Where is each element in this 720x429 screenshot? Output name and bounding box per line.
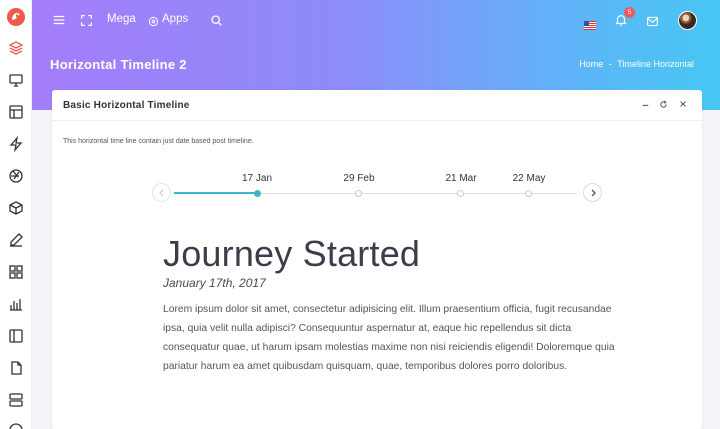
card-title: Basic Horizontal Timeline [63, 100, 190, 111]
sidebar-icon[interactable] [8, 328, 24, 344]
breadcrumb-current: Timeline Horizontal [617, 59, 694, 69]
fullscreen-icon[interactable] [80, 12, 93, 28]
aperture-icon[interactable] [8, 168, 24, 184]
timeline-progress [174, 192, 258, 194]
breadcrumb: Home - Timeline Horizontal [576, 59, 694, 69]
search-icon[interactable] [210, 12, 223, 28]
mega-menu-link[interactable]: Mega [107, 11, 136, 27]
chevron-right-icon [591, 189, 596, 197]
timeline-dot[interactable] [457, 190, 464, 197]
monitor-icon[interactable] [8, 72, 24, 88]
timeline-card: Basic Horizontal Timeline This horizonta… [52, 90, 702, 429]
app-logo[interactable] [6, 7, 26, 27]
event-body: Lorem ipsum dolor sit amet, consectetur … [163, 304, 615, 372]
chevron-left-icon [159, 189, 164, 197]
page-title: Horizontal Timeline 2 [50, 57, 187, 72]
timeline-prev-button[interactable] [152, 183, 171, 202]
card-description: This horizontal time line contain just d… [63, 138, 254, 145]
timeline-date-3[interactable]: 22 May [499, 173, 559, 184]
breadcrumb-home[interactable]: Home [579, 59, 603, 69]
clock-icon[interactable] [8, 422, 24, 429]
timeline-dot-selected[interactable] [254, 190, 261, 197]
user-avatar[interactable] [678, 11, 697, 30]
refresh-icon[interactable] [658, 100, 669, 111]
apps-menu-link[interactable]: Apps [162, 11, 188, 27]
grid-icon[interactable] [8, 264, 24, 280]
zap-icon[interactable] [8, 135, 24, 153]
file-icon[interactable] [8, 360, 24, 376]
minimize-icon[interactable] [640, 100, 651, 111]
menu-icon[interactable] [52, 12, 66, 28]
flag-icon[interactable] [584, 15, 596, 30]
topbar: Mega Apps 5 [32, 0, 720, 40]
bar-chart-icon[interactable] [8, 296, 24, 312]
event-date: January 17th, 2017 [163, 276, 266, 290]
timeline-dot[interactable] [355, 190, 362, 197]
mail-icon[interactable] [646, 13, 659, 29]
timeline-dot[interactable] [525, 190, 532, 197]
layers-icon[interactable] [8, 40, 24, 56]
notification-badge: 5 [624, 7, 635, 18]
edit-icon[interactable] [8, 232, 24, 248]
event-title: Journey Started [163, 233, 421, 274]
timeline-date-0[interactable]: 17 Jan [227, 173, 287, 184]
card-header: Basic Horizontal Timeline [52, 90, 702, 121]
timeline-date-1[interactable]: 29 Feb [329, 173, 389, 184]
breadcrumb-separator: - [608, 59, 612, 69]
close-icon[interactable] [677, 100, 688, 111]
box-icon[interactable] [8, 200, 24, 216]
server-icon[interactable] [8, 392, 24, 408]
timeline-date-2[interactable]: 21 Mar [431, 173, 491, 184]
layout-icon[interactable] [8, 104, 24, 120]
apps-icon [148, 12, 159, 28]
timeline-next-button[interactable] [583, 183, 602, 202]
sidebar [0, 0, 32, 429]
